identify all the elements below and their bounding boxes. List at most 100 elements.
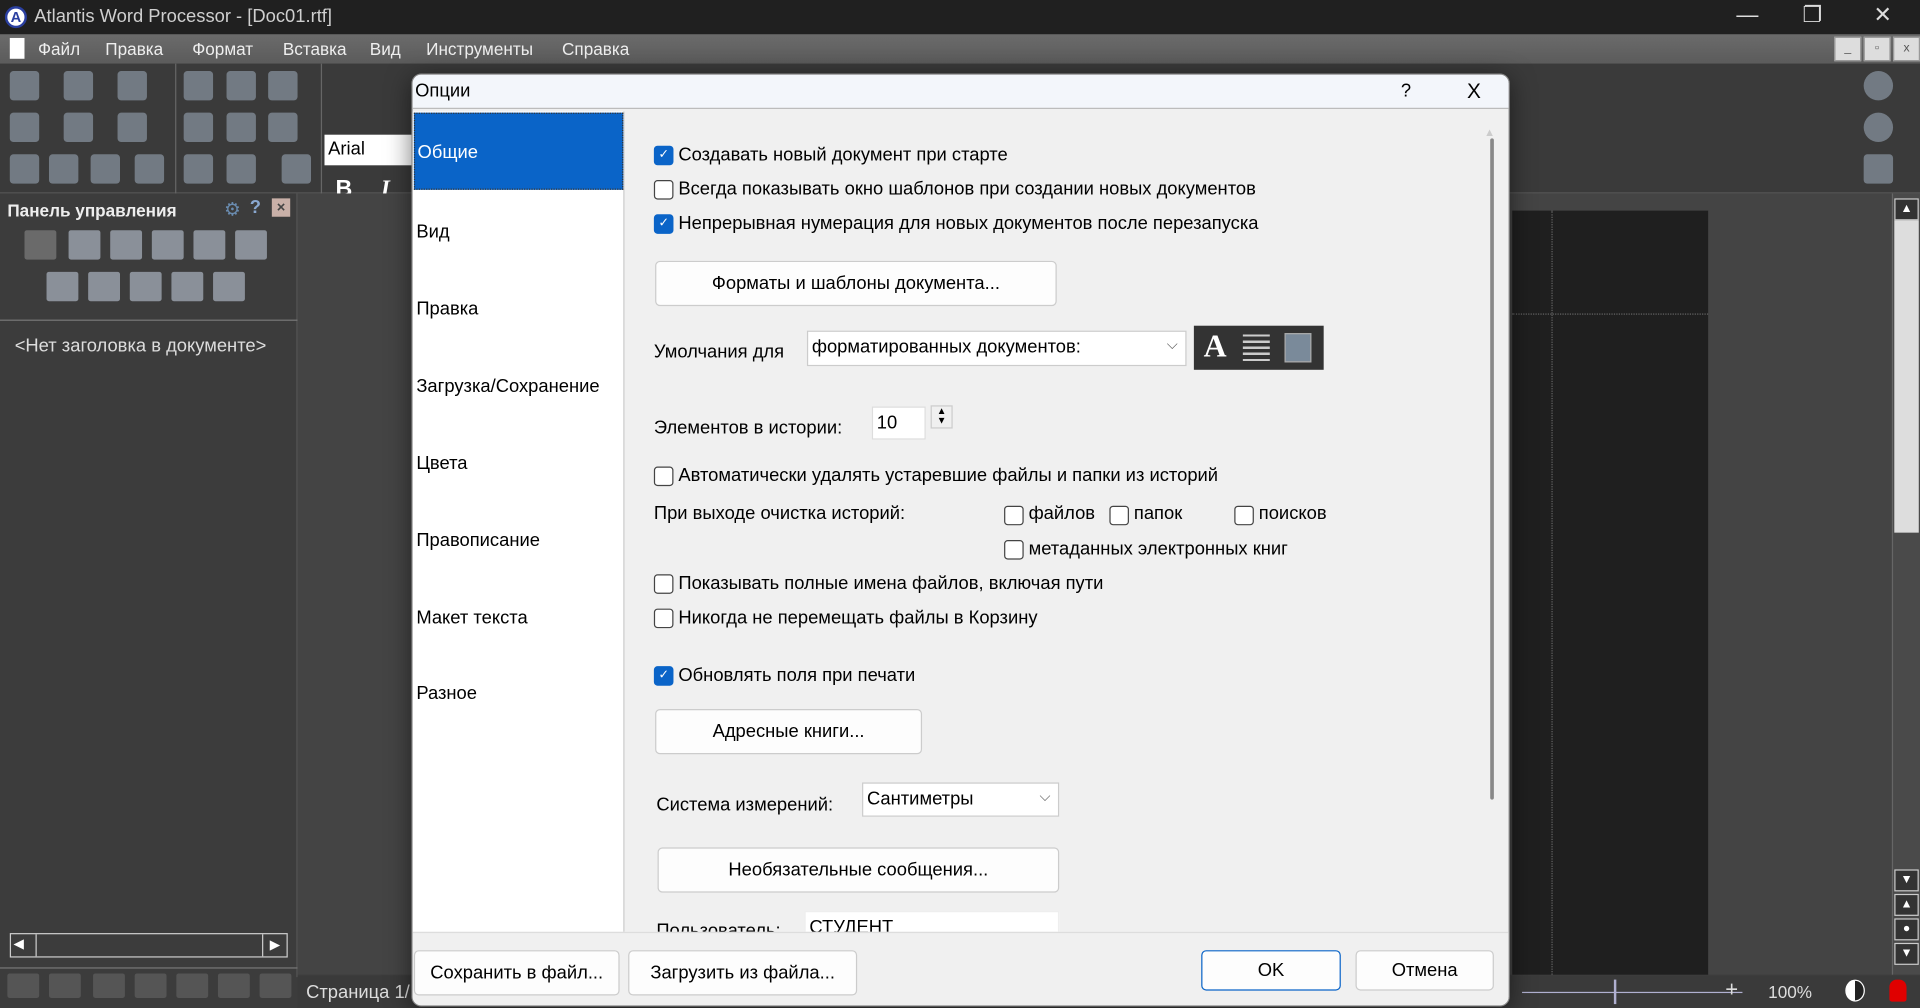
palette-icon[interactable] [171,271,204,302]
previous-page-icon[interactable]: ▲ [1894,893,1919,916]
paste-icon[interactable] [268,112,298,143]
units-dropdown[interactable]: Сантиметры ⌵ [862,782,1060,817]
scroll-thumb[interactable] [1894,220,1919,533]
document-page[interactable] [1512,210,1709,975]
cancel-button[interactable]: Отмена [1355,950,1494,991]
email-icon[interactable] [117,112,147,143]
document-map-icon[interactable] [110,230,143,260]
eraser-icon[interactable] [183,154,214,184]
properties-icon[interactable] [48,154,79,184]
back-icon[interactable] [7,973,40,998]
forward-icon[interactable] [48,973,81,998]
print-icon[interactable] [134,154,165,184]
align-icon[interactable] [226,154,256,184]
print-preview-icon[interactable] [90,154,121,184]
maximize-button[interactable]: ❐ [1802,2,1822,28]
menu-tools[interactable]: Инструменты [426,39,533,59]
binoculars-icon[interactable] [129,271,162,302]
scroll-down-icon[interactable]: ▼ [1894,869,1919,892]
notification-bell-icon[interactable] [1889,979,1907,1002]
contrast-icon[interactable] [1845,979,1865,1002]
history-spinner[interactable]: ▲ ▼ [930,405,953,429]
clips-icon[interactable] [213,271,245,302]
show-templates-checkbox[interactable] [653,180,674,200]
create-new-checkbox[interactable]: ✓ [653,145,674,166]
nav-item-edit[interactable]: Правка [414,267,623,344]
auto-delete-checkbox[interactable] [653,466,674,487]
delete-section-icon[interactable] [134,973,167,998]
scroll-left-icon[interactable]: ◀ [13,936,23,952]
nav-item-general[interactable]: Общие [413,112,624,190]
outline-view-icon[interactable] [24,230,57,260]
redo-icon[interactable] [226,71,256,101]
save-to-file-button[interactable]: Сохранить в файл... [413,950,620,996]
help-icon[interactable] [1863,71,1894,101]
font-format-icon[interactable]: A [1204,328,1227,365]
update-fields-checkbox[interactable]: ✓ [653,666,674,686]
scroll-up-icon[interactable]: ▲ [1894,198,1919,221]
continuous-numbering-checkbox[interactable]: ✓ [653,214,674,234]
undo-icon[interactable] [183,71,214,101]
menu-insert[interactable]: Вставка [283,39,347,59]
save-as-icon[interactable] [63,112,94,143]
open-icon[interactable] [63,71,94,101]
clear-files-checkbox[interactable] [1004,505,1024,526]
minimize-button[interactable]: — [1736,2,1758,28]
vertical-scrollbar[interactable]: ▲ ▼ ▲ ● ▼ [1891,193,1920,975]
history-count-input[interactable]: 10 [871,406,926,440]
templates-icon[interactable] [9,154,40,184]
list-icon[interactable] [235,230,267,260]
next-page-icon[interactable]: ▼ [1894,942,1919,965]
new-document-icon[interactable] [9,71,40,101]
user-name-input[interactable]: СТУДЕНТ [804,911,1060,932]
cut-icon[interactable] [183,112,214,143]
zoom-slider[interactable] [1522,991,1743,994]
no-recycle-checkbox[interactable] [653,608,674,629]
close-window-button[interactable]: ✕ [1873,2,1891,28]
ok-button[interactable]: OK [1201,950,1341,991]
save-icon[interactable] [117,71,147,101]
nav-item-misc[interactable]: Разное [414,651,623,728]
dialog-help-button[interactable]: ? [1401,81,1411,102]
line-spacing-icon[interactable] [281,154,312,184]
home-globe-icon[interactable] [1863,112,1894,143]
move-up-icon[interactable] [217,973,250,998]
content-scroll-up-icon[interactable]: ▲ [1484,126,1496,138]
headings-icon[interactable] [68,230,101,260]
clear-folders-checkbox[interactable] [1109,505,1129,526]
font-name-input[interactable]: Arial [324,134,413,166]
menu-help[interactable]: Справка [562,39,629,59]
clear-searches-checkbox[interactable] [1234,505,1254,526]
settings-gears-icon[interactable] [1863,154,1894,184]
panel-close-icon[interactable]: × [271,198,291,217]
panel-horizontal-scrollbar[interactable]: ◀ ▶ [9,933,288,958]
panel-settings-icon[interactable]: ⚙ [224,198,240,221]
nav-item-spelling[interactable]: Правописание [414,498,623,575]
sections-icon[interactable] [151,230,184,260]
nav-item-load-save[interactable]: Загрузка/Сохранение [414,344,623,421]
browse-object-icon[interactable]: ● [1894,918,1919,941]
zoom-in-icon[interactable]: + [1725,977,1738,1003]
nav-item-colors[interactable]: Цвета [414,421,623,498]
insert-break-icon[interactable] [176,973,209,998]
address-books-button[interactable]: Адресные книги... [655,708,923,755]
scroll-right-icon[interactable]: ▶ [262,934,286,957]
menu-file[interactable]: Файл [38,39,80,59]
menu-format[interactable]: Формат [192,39,253,59]
paragraph-format-icon[interactable] [1242,334,1270,362]
copy-icon[interactable] [226,112,256,143]
search-text-icon[interactable] [46,271,79,302]
formats-templates-button[interactable]: Форматы и шаблоны документа... [655,260,1057,307]
styles-icon[interactable] [193,230,226,260]
zoom-slider-thumb[interactable] [1613,979,1617,1005]
mdi-restore-button[interactable]: ▫ [1863,36,1891,62]
menu-edit[interactable]: Правка [105,39,163,59]
menu-view[interactable]: Вид [370,39,401,59]
move-down-icon[interactable] [259,973,292,998]
content-scrollbar-thumb[interactable] [1490,138,1494,800]
page-setup-icon[interactable] [1284,333,1312,363]
delete-heading-icon[interactable] [93,973,125,998]
paragraphs-icon[interactable] [88,271,121,302]
full-paths-checkbox[interactable] [653,574,674,594]
load-from-file-button[interactable]: Загрузить из файла... [628,950,858,996]
